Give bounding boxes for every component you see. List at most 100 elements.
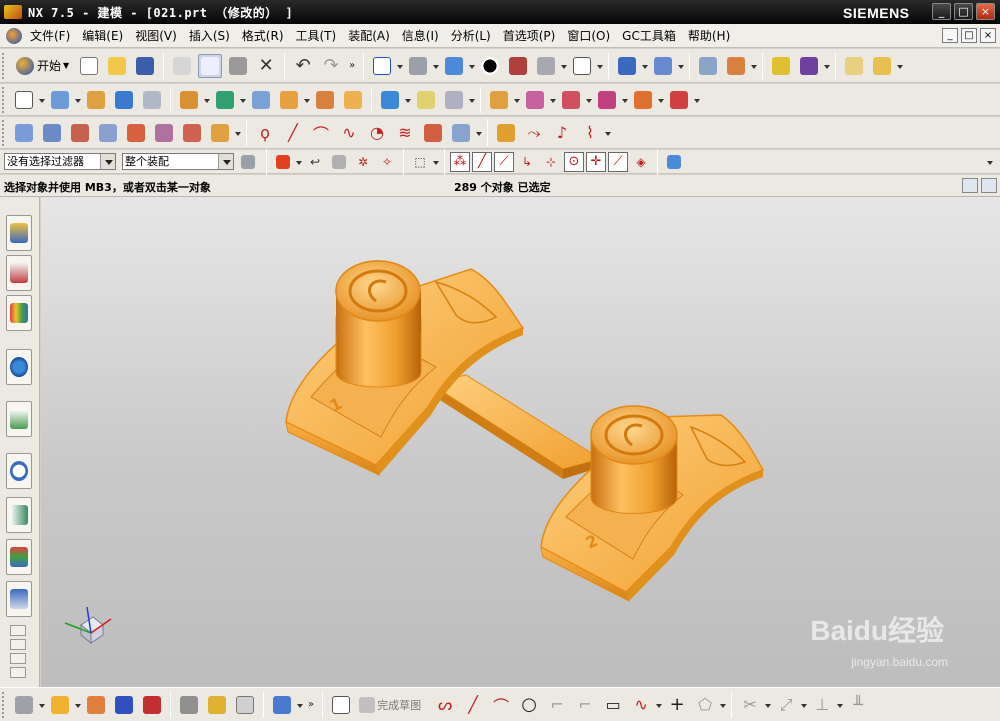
quick-trim-button[interactable]: ✂ bbox=[738, 693, 762, 717]
move-object-button[interactable] bbox=[724, 54, 748, 78]
close-button[interactable]: × bbox=[976, 3, 995, 20]
menu-file[interactable]: 文件(F) bbox=[24, 27, 76, 44]
shaded-button[interactable] bbox=[478, 54, 502, 78]
sketch-polygon-button[interactable]: ⬠ bbox=[693, 693, 717, 717]
sketch-line-button[interactable]: ╱ bbox=[461, 693, 485, 717]
line-button[interactable]: ╱ bbox=[281, 121, 305, 145]
bottom-toolbar-overflow[interactable]: » bbox=[308, 699, 314, 710]
measure-angle-button[interactable] bbox=[870, 54, 894, 78]
snap-control-point-button[interactable]: ↳ bbox=[517, 150, 537, 174]
dropdown-arrow[interactable] bbox=[560, 54, 568, 78]
assembly-navigator-tab[interactable] bbox=[6, 215, 32, 251]
web-browser-tab[interactable] bbox=[6, 401, 32, 437]
linear-dimension-button[interactable] bbox=[667, 88, 691, 112]
cut-button[interactable] bbox=[170, 54, 194, 78]
reuse-library-tab[interactable] bbox=[6, 349, 32, 385]
assembly-constraint-button[interactable] bbox=[112, 693, 136, 717]
sew-button[interactable] bbox=[180, 121, 204, 145]
resource-scroll-down[interactable] bbox=[10, 653, 26, 664]
maximize-button[interactable]: □ bbox=[954, 3, 973, 20]
nx-menu-icon[interactable] bbox=[6, 27, 22, 44]
toolbar-grip[interactable] bbox=[2, 86, 7, 113]
dropdown-arrow[interactable] bbox=[677, 54, 685, 78]
doc-close-button[interactable]: × bbox=[980, 28, 996, 43]
dropdown-arrow[interactable] bbox=[549, 88, 557, 112]
law-extension-button[interactable] bbox=[152, 121, 176, 145]
render-button[interactable] bbox=[797, 54, 821, 78]
clip-section-button[interactable] bbox=[615, 54, 639, 78]
menu-tools[interactable]: 工具(T) bbox=[290, 27, 343, 44]
toolbar-overflow[interactable]: » bbox=[349, 60, 355, 71]
explode-button[interactable] bbox=[140, 693, 164, 717]
sketch-button[interactable] bbox=[329, 693, 353, 717]
basic-curve-button[interactable]: ◔ bbox=[365, 121, 389, 145]
sketch-spline-button[interactable]: ∿ bbox=[629, 693, 653, 717]
shell-button[interactable] bbox=[341, 88, 365, 112]
pattern-component-button[interactable] bbox=[233, 693, 257, 717]
dropdown-arrow[interactable] bbox=[764, 693, 772, 717]
dropdown-arrow[interactable] bbox=[74, 693, 82, 717]
hole-button[interactable] bbox=[177, 88, 201, 112]
dropdown-arrow[interactable] bbox=[74, 88, 82, 112]
render-style-button[interactable] bbox=[406, 54, 430, 78]
open-folder-button[interactable] bbox=[105, 54, 129, 78]
extrude-button[interactable] bbox=[48, 88, 72, 112]
edge-display-button[interactable] bbox=[506, 54, 530, 78]
delete-face-button[interactable] bbox=[559, 88, 583, 112]
dropdown-arrow[interactable] bbox=[621, 88, 629, 112]
save-button[interactable] bbox=[133, 54, 157, 78]
spline-button[interactable]: ∿ bbox=[337, 121, 361, 145]
selection-scope-select[interactable]: 整个装配 bbox=[122, 153, 234, 170]
finish-sketch-button[interactable]: 完成草图 bbox=[357, 693, 429, 717]
dropdown-arrow[interactable] bbox=[239, 88, 247, 112]
status-fullscreen-icon[interactable] bbox=[981, 178, 997, 193]
dropdown-arrow[interactable] bbox=[203, 88, 211, 112]
history-tab[interactable] bbox=[6, 453, 32, 489]
dropdown-arrow[interactable] bbox=[823, 54, 831, 78]
connecting-rib[interactable] bbox=[427, 374, 603, 479]
boolean-button[interactable] bbox=[213, 88, 237, 112]
quick-extend-button[interactable]: ⤢ bbox=[774, 693, 798, 717]
dropdown-arrow[interactable] bbox=[596, 54, 604, 78]
dropdown-arrow[interactable] bbox=[296, 693, 304, 717]
dropdown-arrow[interactable] bbox=[295, 150, 303, 174]
dropdown-arrow[interactable] bbox=[404, 88, 412, 112]
fit-view-button[interactable] bbox=[370, 54, 394, 78]
feature-selection-button[interactable] bbox=[273, 150, 293, 174]
cylinder-button[interactable] bbox=[140, 88, 164, 112]
datum-plane-button[interactable] bbox=[84, 88, 108, 112]
delete-button[interactable]: ✕ bbox=[254, 54, 278, 78]
dropdown-arrow[interactable] bbox=[604, 121, 612, 145]
edit-curve-button[interactable]: ⌇ bbox=[578, 121, 602, 145]
replace-face-button[interactable] bbox=[523, 88, 547, 112]
snap-enable-button[interactable]: ⁂ bbox=[450, 151, 470, 172]
start-button[interactable]: 开始 ▼ bbox=[12, 54, 73, 78]
menu-analysis[interactable]: 分析(L) bbox=[445, 27, 497, 44]
chamfer-button[interactable] bbox=[313, 88, 337, 112]
arc-button[interactable]: ⌒ bbox=[309, 121, 333, 145]
dropdown-arrow[interactable] bbox=[396, 54, 404, 78]
dropdown-arrow[interactable] bbox=[896, 54, 904, 78]
part-navigator-tab[interactable] bbox=[6, 295, 32, 331]
snap-point-on-face-button[interactable]: ◈ bbox=[631, 150, 651, 174]
snap-intersection-button[interactable]: ⊹ bbox=[541, 150, 561, 174]
menu-format[interactable]: 格式(R) bbox=[236, 27, 290, 44]
resource-scroll-top[interactable] bbox=[10, 625, 26, 636]
constraint-navigator-tab[interactable] bbox=[6, 255, 32, 291]
draft-button[interactable] bbox=[378, 88, 402, 112]
dropdown-arrow[interactable] bbox=[641, 54, 649, 78]
type-filter-select[interactable]: 没有选择过滤器 bbox=[4, 153, 116, 170]
dropdown-arrow[interactable] bbox=[38, 88, 46, 112]
offset-curve-button[interactable]: ≋ bbox=[393, 121, 417, 145]
minimize-button[interactable]: _ bbox=[932, 3, 951, 20]
doc-minimize-button[interactable]: _ bbox=[942, 28, 958, 43]
quickpick-button[interactable] bbox=[329, 150, 349, 174]
copy-button[interactable] bbox=[198, 53, 223, 78]
new-file-button[interactable] bbox=[77, 54, 101, 78]
dropdown-arrow[interactable] bbox=[750, 54, 758, 78]
deselect-button[interactable]: ✧ bbox=[377, 150, 397, 174]
sketch-circle-button[interactable]: ○ bbox=[517, 693, 541, 717]
show-hide-button[interactable]: ↩ bbox=[305, 150, 325, 174]
edge-blend-button[interactable] bbox=[277, 88, 301, 112]
move-component-button[interactable] bbox=[84, 693, 108, 717]
